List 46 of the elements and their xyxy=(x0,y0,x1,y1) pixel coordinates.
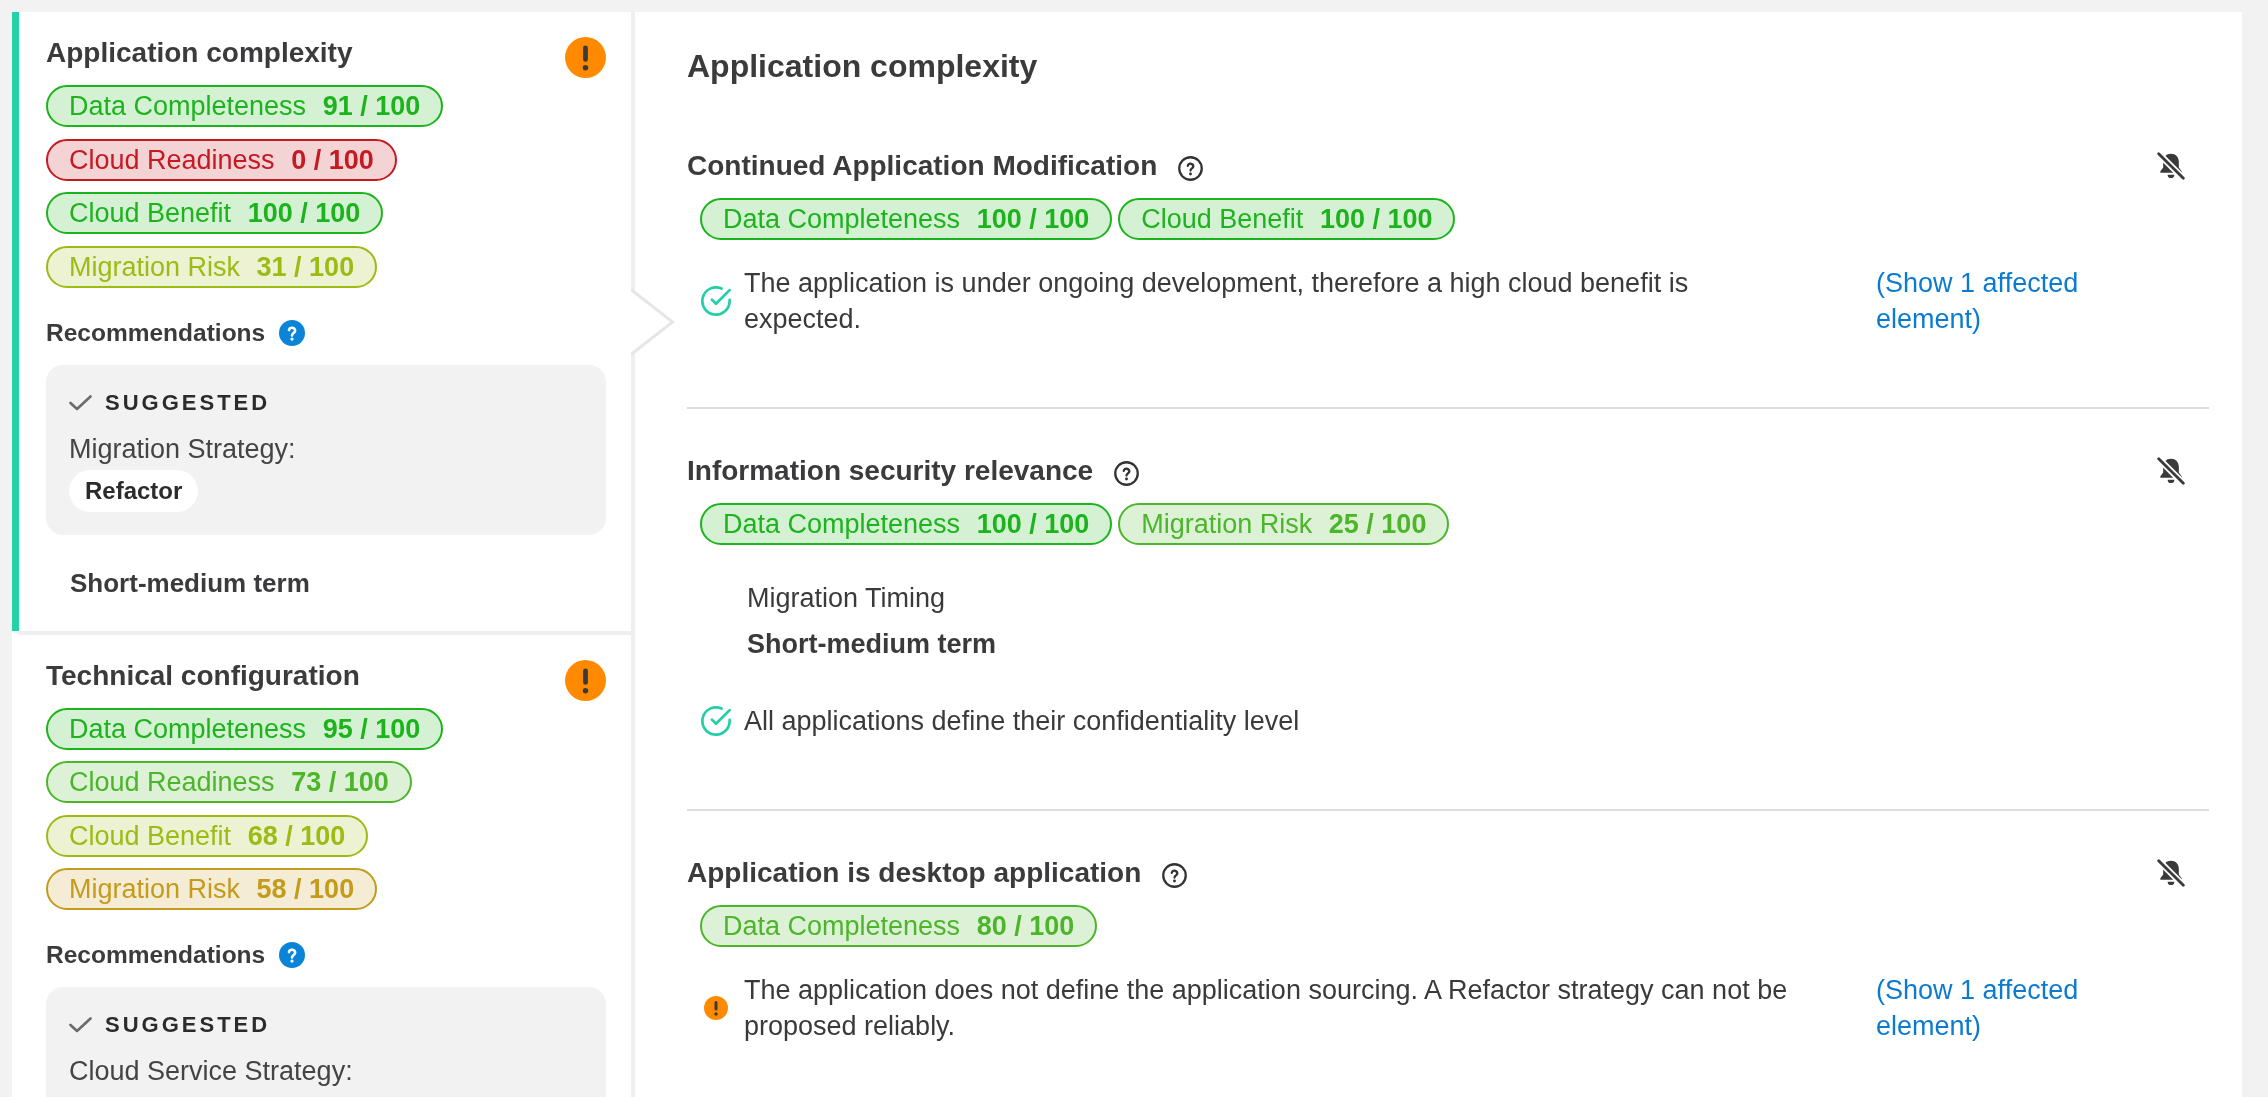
status-label: SUGGESTED xyxy=(105,1011,271,1039)
message-text: The application is under ongoing development, therefore a high cloud benefit is expected. xyxy=(744,267,1690,336)
timing-label: Short-medium term xyxy=(70,566,310,600)
check-circle-icon xyxy=(701,286,731,316)
message-text: All applications define their confidentiality level xyxy=(744,705,1300,738)
help-icon[interactable] xyxy=(1178,155,1204,181)
score-badge: Data Completeness 91 / 100 xyxy=(46,85,444,127)
strategy-tag: Refactor xyxy=(69,469,199,512)
bell-slash-icon[interactable] xyxy=(2157,152,2185,180)
score-badge: Migration Risk 25 / 100 xyxy=(1118,503,1450,545)
affected-elements-link[interactable]: (Show 1 affected element) xyxy=(1876,265,2093,337)
checkmark-icon xyxy=(69,394,92,411)
bell-slash-icon[interactable] xyxy=(2157,859,2185,887)
score-badge: Cloud Readiness 73 / 100 xyxy=(46,761,412,803)
strategy-label: Migration Strategy: xyxy=(69,432,296,466)
warning-icon xyxy=(704,996,728,1020)
rule-title: Continued Application Modification xyxy=(687,149,1158,183)
message-text: The application does not define the application sourcing. A Refactor strategy can not be proposed reliably. xyxy=(744,974,1789,1043)
score-badge: Data Completeness 95 / 100 xyxy=(46,707,444,750)
score-badge: Cloud Benefit 68 / 100 xyxy=(46,814,369,857)
score-badge: Cloud Benefit 100 / 100 xyxy=(46,192,384,234)
card-title: Technical configuration xyxy=(46,658,360,693)
checkmark-icon xyxy=(69,1017,92,1033)
recommendation-label: Migration Timing xyxy=(747,582,946,615)
score-badge: Migration Risk 31 / 100 xyxy=(46,245,378,288)
rule-title: Application is desktop application xyxy=(687,856,1142,890)
card-title: Application complexity xyxy=(46,36,353,70)
check-circle-icon xyxy=(701,706,731,736)
strategy-label: Cloud Service Strategy: xyxy=(69,1055,353,1088)
section-heading: Recommendations xyxy=(46,317,266,348)
help-icon[interactable] xyxy=(1162,862,1188,888)
panel-title: Application complexity xyxy=(687,47,1038,86)
section-heading: Recommendations xyxy=(46,940,266,970)
score-badge: Cloud Readiness 0 / 100 xyxy=(46,138,397,181)
score-badge: Data Completeness 80 / 100 xyxy=(700,905,1098,947)
score-badge: Data Completeness 100 / 100 xyxy=(700,198,1113,240)
help-icon[interactable] xyxy=(1114,460,1140,486)
affected-elements-link[interactable]: (Show 1 affected element) xyxy=(1876,972,2093,1044)
score-badge: Migration Risk 58 / 100 xyxy=(46,868,378,910)
status-label: SUGGESTED xyxy=(105,388,271,417)
score-badge: Cloud Benefit 100 / 100 xyxy=(1118,198,1456,240)
bell-slash-icon[interactable] xyxy=(2157,457,2185,485)
recommendation-value: Short-medium term xyxy=(747,628,997,661)
category-card[interactable]: Technical configuration Data Completeness 95 / 100 Cloud Readiness 73 / 100 Cloud Benefit 68 / 100 Migration Risk 58 / 100 Recommendations SUGGESTED Cloud Service Strategy: xyxy=(12,630,631,1097)
rule-title: Information security relevance xyxy=(687,454,1094,488)
score-badge: Data Completeness 100 / 100 xyxy=(700,503,1113,545)
